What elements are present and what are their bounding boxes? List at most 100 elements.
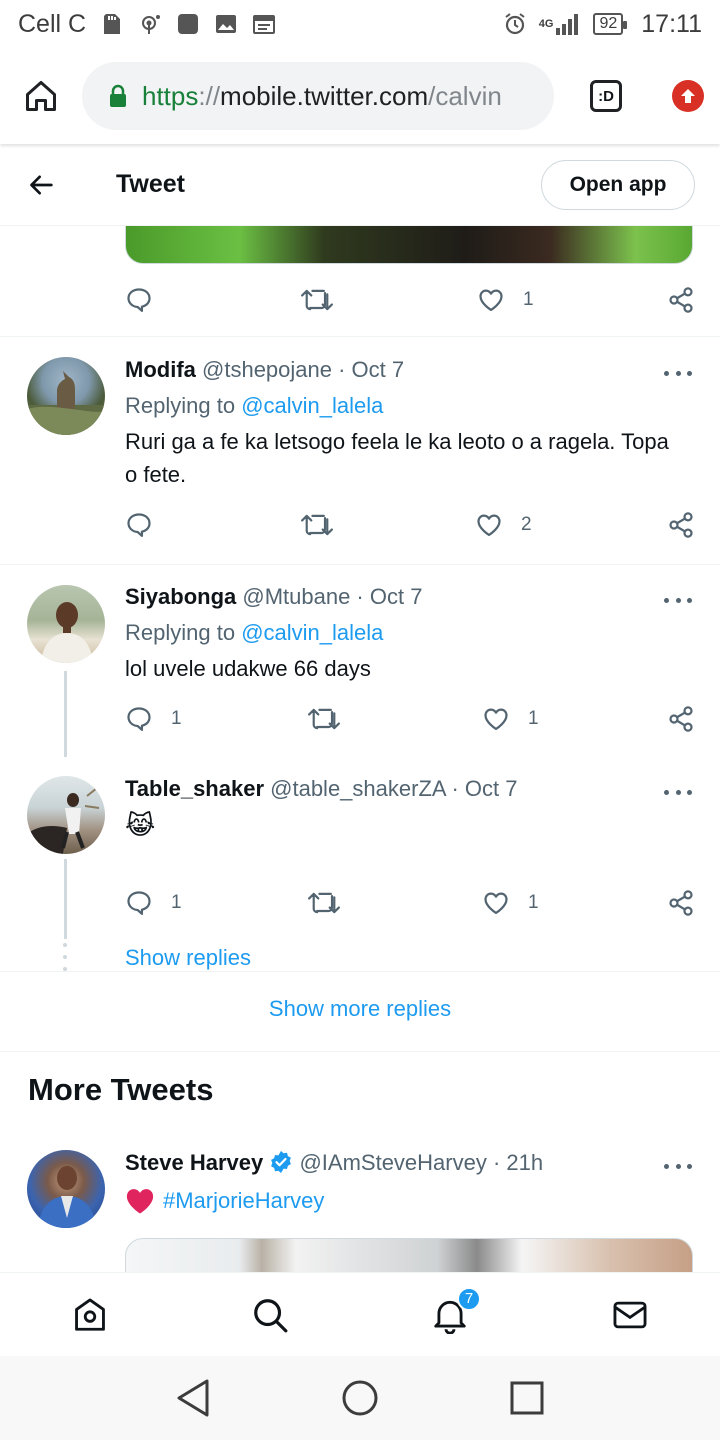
tweet-author-handle: @Mtubane · Oct 7 <box>242 584 423 609</box>
tweet-author-name[interactable]: Steve Harvey <box>125 1150 263 1175</box>
like-count: 1 <box>528 892 539 913</box>
url-scheme: https <box>142 80 199 111</box>
reply-tweet[interactable]: Table_shaker @table_shakerZA · Oct 7 😹 1… <box>0 757 720 971</box>
retweet-icon <box>301 514 333 536</box>
tweet-actions: 1 1 <box>125 699 695 739</box>
show-replies-link[interactable]: Show replies <box>125 945 251 971</box>
circle-home-icon <box>342 1380 378 1416</box>
more-options-button[interactable] <box>664 782 692 802</box>
more-options-button[interactable] <box>664 363 692 383</box>
nav-search[interactable] <box>225 1273 315 1357</box>
like-button[interactable]: 1 <box>482 889 658 917</box>
more-options-button[interactable] <box>664 1156 692 1176</box>
heart-icon <box>477 514 501 537</box>
heart-icon <box>484 892 508 915</box>
system-navigation-bar <box>0 1356 720 1440</box>
divider <box>0 971 720 972</box>
home-icon <box>26 81 56 111</box>
nav-messages[interactable] <box>585 1273 675 1357</box>
tweet-author-handle: @table_shakerZA · Oct 7 <box>270 776 518 801</box>
system-back-button[interactable] <box>163 1368 223 1428</box>
tweet-author-name[interactable]: Table_shaker <box>125 776 264 801</box>
avatar[interactable] <box>27 585 105 663</box>
gallery-icon <box>216 15 237 33</box>
reply-count: 1 <box>171 892 182 913</box>
share-button[interactable] <box>667 286 695 314</box>
avatar[interactable] <box>27 776 105 854</box>
replying-to: Replying to @calvin_lalela <box>125 620 383 646</box>
share-icon <box>669 890 693 916</box>
network-type: 4G <box>538 17 554 30</box>
share-button[interactable] <box>667 889 695 917</box>
tweet-text: Ruri ga a fe ka letsogo feela le ka leot… <box>125 429 669 487</box>
url-separator: :// <box>198 80 221 111</box>
page-title: Tweet <box>116 170 185 198</box>
replying-to-mention[interactable]: @calvin_lalela <box>241 393 383 418</box>
avatar[interactable] <box>27 357 105 435</box>
system-recents-button[interactable] <box>497 1368 557 1428</box>
reply-button[interactable] <box>125 511 301 539</box>
like-button[interactable]: 1 <box>482 705 658 733</box>
update-arrow-icon <box>672 80 704 112</box>
thread-connector <box>64 859 67 939</box>
hashtag-link[interactable]: #MarjorieHarvey <box>163 1184 324 1217</box>
tweet-media-image[interactable] <box>125 226 693 264</box>
lock-icon <box>110 84 126 107</box>
more-tweets-heading: More Tweets <box>28 1072 214 1107</box>
tweet-author-name[interactable]: Modifa <box>125 357 196 382</box>
retweet-icon <box>308 892 340 914</box>
show-more-replies-link[interactable]: Show more replies <box>0 996 720 1022</box>
tweet-actions: 1 1 <box>125 883 695 923</box>
open-app-button[interactable]: Open app <box>541 159 695 210</box>
divider <box>0 1051 720 1052</box>
avatar[interactable] <box>27 1150 105 1228</box>
reply-button[interactable] <box>125 286 301 314</box>
triangle-back-icon <box>177 1379 209 1417</box>
share-button[interactable] <box>667 705 695 733</box>
address-bar[interactable]: https://mobile.twitter.com/calvin <box>82 62 554 130</box>
replying-to-mention[interactable]: @calvin_lalela <box>241 620 383 645</box>
tab-switcher-button[interactable]: :D <box>554 48 658 144</box>
retweet-button[interactable] <box>308 705 482 733</box>
search-icon <box>254 1298 288 1332</box>
tab-switcher-icon: :D <box>590 80 622 112</box>
tweet-text: 😹 <box>125 810 156 840</box>
tweet-text: #MarjorieHarvey <box>125 1184 685 1217</box>
like-button[interactable]: 1 <box>477 286 653 314</box>
retweet-button[interactable] <box>308 889 482 917</box>
share-icon <box>669 287 693 313</box>
tweet-media-image[interactable] <box>125 1238 693 1272</box>
suggested-tweet[interactable]: Steve Harvey @IAmSteveHarvey · 21h #Marj… <box>0 1130 720 1272</box>
tweet-author-name[interactable]: Siyabonga <box>125 584 236 609</box>
browser-home-button[interactable] <box>0 48 82 144</box>
square-recents-icon <box>510 1381 544 1415</box>
reply-tweet[interactable]: Modifa @tshepojane · Oct 7 Replying to @… <box>0 337 720 563</box>
retweet-button[interactable] <box>301 286 477 314</box>
battery-indicator: 92 <box>593 13 628 35</box>
calendar-icon <box>253 15 276 34</box>
reply-icon <box>127 707 151 731</box>
retweet-button[interactable] <box>301 511 475 539</box>
like-button[interactable]: 2 <box>475 511 651 539</box>
back-button[interactable] <box>0 144 84 226</box>
system-home-button[interactable] <box>330 1368 390 1428</box>
browser-update-button[interactable] <box>658 80 718 112</box>
retweet-icon <box>301 289 333 311</box>
reply-tweet[interactable]: Siyabonga @Mtubane · Oct 7 Replying to @… <box>0 565 720 757</box>
browser-toolbar: https://mobile.twitter.com/calvin :D <box>0 48 720 144</box>
nav-notifications[interactable]: 7 <box>405 1273 495 1357</box>
clock: 17:11 <box>641 9 702 38</box>
url-host: mobile.twitter.com <box>220 80 429 111</box>
tweet-thread[interactable]: 1 Modifa @tshepojane · Oct 7 Replying to… <box>0 226 720 1272</box>
reply-icon <box>127 288 151 312</box>
heart-icon <box>479 289 503 312</box>
carrier-label: Cell C <box>18 9 87 38</box>
thread-dots <box>63 943 68 971</box>
reply-button[interactable]: 1 <box>125 705 308 733</box>
nav-home[interactable] <box>45 1273 135 1357</box>
more-options-button[interactable] <box>664 590 692 610</box>
verified-badge-icon <box>271 1151 292 1173</box>
tweet-actions: 2 <box>125 505 695 545</box>
reply-button[interactable]: 1 <box>125 889 308 917</box>
share-button[interactable] <box>667 511 695 539</box>
